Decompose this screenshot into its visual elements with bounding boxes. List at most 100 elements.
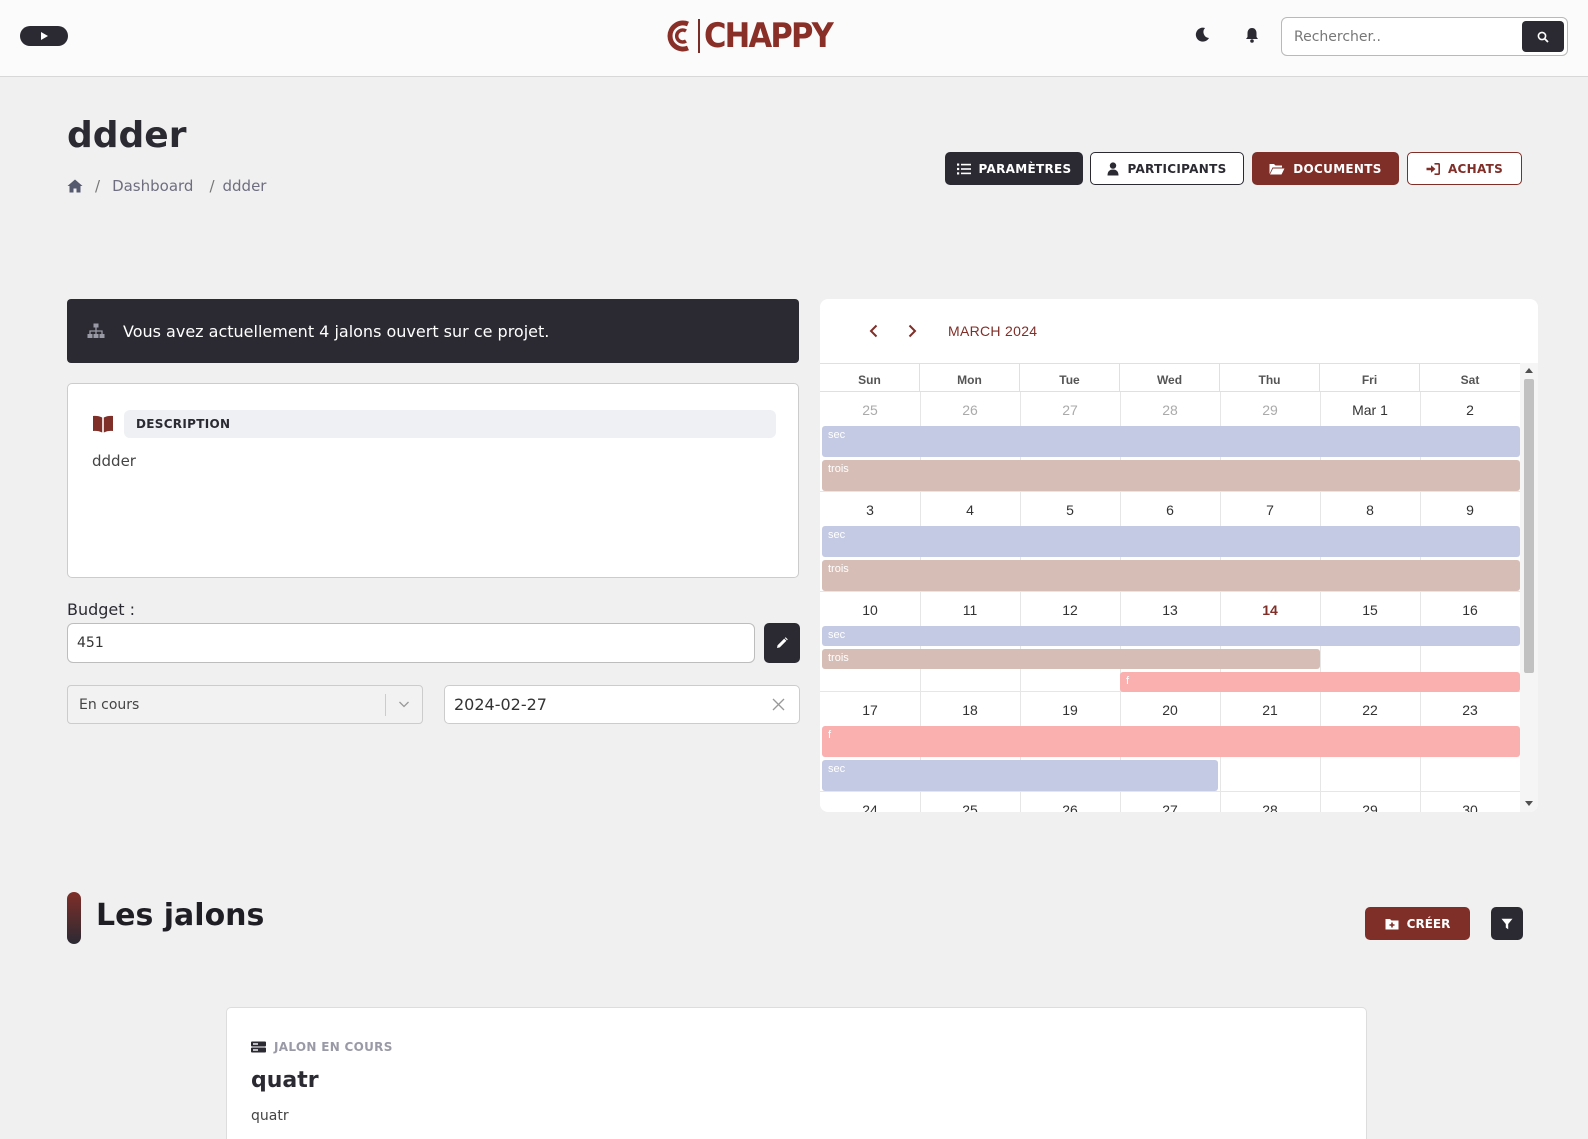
day-cell[interactable]: 29 — [1220, 402, 1320, 418]
play-icon — [41, 32, 48, 40]
sidebar-toggle-button[interactable] — [20, 26, 68, 46]
milestone-description: quatr — [251, 1108, 289, 1124]
calendar-event[interactable]: f — [1120, 672, 1520, 692]
day-cell[interactable]: 25 — [920, 802, 1020, 812]
participants-button[interactable]: PARTICIPANTS — [1090, 152, 1244, 185]
day-cell[interactable]: 18 — [920, 702, 1020, 718]
calendar-event[interactable]: f — [822, 726, 1520, 757]
day-cell[interactable]: 9 — [1420, 502, 1520, 518]
filter-button[interactable] — [1491, 907, 1523, 940]
top-navbar: CHAPPY — [0, 0, 1588, 77]
description-label: DESCRIPTION — [124, 410, 776, 438]
create-label: CRÉER — [1406, 916, 1451, 931]
weekday-header: Fri — [1320, 364, 1420, 392]
day-cell[interactable]: 19 — [1020, 702, 1120, 718]
calendar-event[interactable]: sec — [822, 626, 1520, 646]
achats-button[interactable]: ACHATS — [1407, 152, 1522, 185]
budget-label: Budget : — [67, 600, 136, 619]
day-cell[interactable]: 6 — [1120, 502, 1220, 518]
day-cell[interactable]: 20 — [1120, 702, 1220, 718]
documents-button[interactable]: DOCUMENTS — [1252, 152, 1399, 185]
section-title: Les jalons — [96, 898, 265, 933]
search-button[interactable] — [1522, 21, 1564, 52]
day-cell[interactable]: 7 — [1220, 502, 1320, 518]
weekday-header: Wed — [1120, 364, 1220, 392]
day-cell[interactable]: 26 — [1020, 802, 1120, 812]
calendar-event[interactable]: sec — [822, 426, 1520, 457]
day-cell[interactable]: 15 — [1320, 602, 1420, 618]
day-cell[interactable]: 11 — [920, 602, 1020, 618]
calendar-event[interactable]: trois — [822, 460, 1520, 491]
date-field[interactable]: 2024-02-27 — [444, 685, 800, 724]
parametres-label: PARAMÈTRES — [978, 161, 1072, 176]
day-cell[interactable]: 16 — [1420, 602, 1520, 618]
grid-line — [820, 491, 1520, 492]
day-cell[interactable]: 23 — [1420, 702, 1520, 718]
parametres-button[interactable]: PARAMÈTRES — [945, 152, 1083, 185]
logo-mark-icon — [667, 20, 689, 52]
create-button[interactable]: CRÉER — [1365, 907, 1470, 940]
chevron-right-icon[interactable] — [904, 323, 920, 339]
day-cell[interactable]: 4 — [920, 502, 1020, 518]
calendar-scrollbar[interactable] — [1520, 363, 1538, 812]
day-cell[interactable]: 27 — [1120, 802, 1220, 812]
app-logo[interactable]: CHAPPY — [664, 14, 846, 58]
day-cell[interactable]: 21 — [1220, 702, 1320, 718]
scroll-up-arrow[interactable] — [1525, 368, 1533, 373]
calendar-event[interactable]: trois — [822, 560, 1520, 591]
day-cell[interactable]: 3 — [820, 502, 920, 518]
day-cell[interactable]: 10 — [820, 602, 920, 618]
weekday-header: Mon — [920, 364, 1020, 392]
calendar-toolbar: MARCH 2024 — [820, 299, 1538, 363]
day-cell[interactable]: 12 — [1020, 602, 1120, 618]
breadcrumb-dashboard-link[interactable]: Dashboard — [112, 177, 193, 195]
chevron-left-icon[interactable] — [866, 323, 882, 339]
weekday-header-row: Sun Mon Tue Wed Thu Fri Sat — [820, 364, 1520, 392]
pencil-icon — [777, 637, 788, 648]
home-icon[interactable] — [67, 179, 83, 193]
day-cell[interactable]: 13 — [1120, 602, 1220, 618]
search-icon — [1537, 31, 1549, 43]
day-cell[interactable]: 24 — [820, 802, 920, 812]
day-cell[interactable]: 2 — [1420, 402, 1520, 418]
close-icon[interactable] — [772, 698, 785, 711]
sitemap-icon — [87, 323, 105, 338]
day-cell[interactable]: 17 — [820, 702, 920, 718]
calendar: MARCH 2024 Sun Mon Tue Wed Thu Fri Sat 2… — [820, 299, 1538, 812]
dark-mode-moon-icon[interactable] — [1193, 26, 1211, 44]
milestone-card[interactable]: JALON EN COURS quatr quatr — [226, 1007, 1367, 1139]
achats-label: ACHATS — [1447, 161, 1504, 176]
day-cell[interactable]: 5 — [1020, 502, 1120, 518]
calendar-event[interactable]: sec — [822, 760, 1218, 791]
breadcrumb: / Dashboard / ddder — [67, 177, 266, 195]
description-text: ddder — [92, 452, 136, 470]
day-cell[interactable]: 28 — [1220, 802, 1320, 812]
day-cell[interactable]: 30 — [1420, 802, 1520, 812]
day-cell[interactable]: Mar 1 — [1320, 402, 1420, 418]
server-icon — [251, 1041, 266, 1053]
scroll-down-arrow[interactable] — [1525, 801, 1533, 806]
day-cell[interactable]: 22 — [1320, 702, 1420, 718]
milestone-status-label: JALON EN COURS — [274, 1040, 393, 1054]
status-select[interactable]: En cours — [67, 685, 423, 724]
day-cell[interactable]: 8 — [1320, 502, 1420, 518]
day-cell[interactable]: 25 — [820, 402, 920, 418]
day-cell[interactable]: 27 — [1020, 402, 1120, 418]
participants-label: PARTICIPANTS — [1127, 161, 1227, 176]
calendar-event[interactable]: sec — [822, 526, 1520, 557]
notification-bell-icon[interactable] — [1243, 26, 1261, 44]
description-header: DESCRIPTION — [92, 410, 776, 438]
breadcrumb-current: ddder — [222, 177, 267, 195]
chevron-down-icon[interactable] — [398, 698, 410, 710]
date-value: 2024-02-27 — [454, 695, 547, 714]
page-title: ddder — [67, 115, 187, 156]
day-cell[interactable]: 29 — [1320, 802, 1420, 812]
day-cell[interactable]: 26 — [920, 402, 1020, 418]
budget-edit-button[interactable] — [764, 623, 800, 663]
day-cell[interactable]: 28 — [1120, 402, 1220, 418]
scrollbar-thumb[interactable] — [1524, 379, 1534, 673]
budget-input[interactable] — [67, 623, 755, 663]
calendar-event[interactable]: trois — [822, 649, 1320, 669]
day-cell-today[interactable]: 14 — [1220, 602, 1320, 618]
search-input[interactable] — [1294, 26, 1509, 48]
